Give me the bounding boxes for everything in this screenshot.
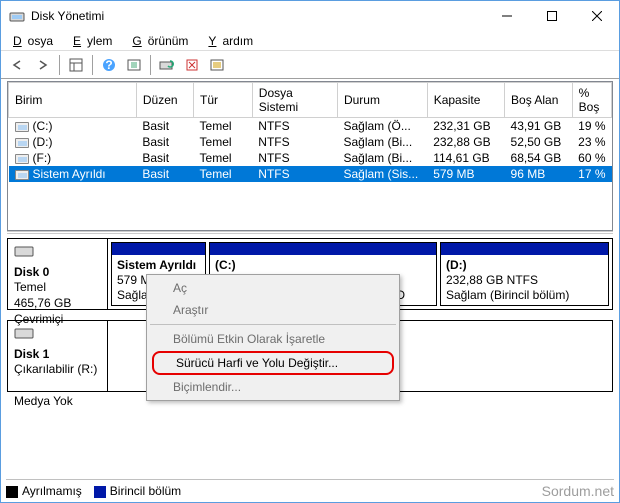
partition-status: Sağlam (Birincil bölüm)	[446, 288, 569, 302]
volume-icon	[15, 138, 29, 148]
maximize-button[interactable]	[529, 1, 574, 31]
menu-view[interactable]: Görünüm	[126, 33, 200, 49]
disk-0-info[interactable]: Disk 0 Temel 465,76 GB Çevrimiçi	[8, 239, 108, 309]
disk-icon	[14, 244, 101, 265]
properties-button[interactable]	[181, 54, 203, 76]
disk-1-type: Çıkarılabilir (R:)	[14, 362, 97, 376]
view-options-button[interactable]	[65, 54, 87, 76]
legend-primary: Birincil bölüm	[94, 484, 181, 498]
disk-0-type: Temel	[14, 280, 46, 294]
forward-button[interactable]	[32, 54, 54, 76]
window-title: Disk Yönetimi	[31, 9, 484, 23]
column-headers[interactable]: Birim Düzen Tür Dosya Sistemi Durum Kapa…	[9, 83, 612, 118]
volume-list[interactable]: Birim Düzen Tür Dosya Sistemi Durum Kapa…	[7, 81, 613, 231]
ctx-open[interactable]: Aç	[149, 277, 397, 299]
menu-file[interactable]: Dosya	[7, 33, 65, 49]
ctx-explore[interactable]: Araştır	[149, 299, 397, 321]
ctx-format[interactable]: Biçimlendir...	[149, 376, 397, 398]
col-capacity[interactable]: Kapasite	[427, 83, 504, 118]
table-row[interactable]: (F:)BasitTemelNTFSSağlam (Bi...114,61 GB…	[9, 150, 612, 166]
close-button[interactable]	[574, 1, 619, 31]
back-button[interactable]	[7, 54, 29, 76]
watermark: Sordum.net	[542, 483, 614, 499]
partition-size: 232,88 GB NTFS	[446, 273, 538, 287]
minimize-button[interactable]	[484, 1, 529, 31]
volume-icon	[15, 122, 29, 132]
menubar: Dosya Eylem Görünüm Yardım	[1, 31, 619, 51]
ctx-mark-active[interactable]: Bölümü Etkin Olarak İşaretle	[149, 328, 397, 350]
disk-0-label: Disk 0	[14, 265, 49, 279]
partition-color-bar	[112, 243, 205, 255]
partition-color-bar	[441, 243, 608, 255]
menu-help[interactable]: Yardım	[202, 33, 265, 49]
col-type[interactable]: Tür	[194, 83, 253, 118]
svg-text:?: ?	[105, 58, 112, 72]
disk-1-label: Disk 1	[14, 347, 49, 361]
context-menu: Aç Araştır Bölümü Etkin Olarak İşaretle …	[146, 274, 400, 401]
col-pctfree[interactable]: % Boş	[572, 83, 611, 118]
col-status[interactable]: Durum	[337, 83, 427, 118]
partition-title: (D:)	[446, 258, 467, 272]
list-view-button[interactable]	[206, 54, 228, 76]
app-icon	[9, 8, 25, 24]
disk-1-state: Medya Yok	[14, 394, 73, 408]
disk-1-info[interactable]: Disk 1 Çıkarılabilir (R:) Medya Yok	[8, 321, 108, 391]
legend-bar: Ayrılmamış Birincil bölüm Sordum.net	[6, 479, 614, 499]
col-layout[interactable]: Düzen	[136, 83, 193, 118]
ctx-change-drive-letter[interactable]: Sürücü Harfi ve Yolu Değiştir...	[152, 351, 394, 375]
ctx-separator	[150, 324, 396, 325]
col-free[interactable]: Boş Alan	[505, 83, 573, 118]
refresh-button[interactable]	[123, 54, 145, 76]
help-button[interactable]: ?	[98, 54, 120, 76]
partition-color-bar	[210, 243, 436, 255]
col-fs[interactable]: Dosya Sistemi	[252, 83, 337, 118]
legend-unallocated: Ayrılmamış	[6, 484, 82, 498]
col-volume[interactable]: Birim	[9, 83, 137, 118]
disk-icon	[14, 326, 101, 347]
window-titlebar: Disk Yönetimi	[1, 1, 619, 31]
volume-icon	[15, 170, 29, 180]
partition-title: Sistem Ayrıldı	[117, 258, 196, 272]
partition-title: (C:)	[215, 258, 236, 272]
menu-action[interactable]: Eylem	[67, 33, 124, 49]
partition-d[interactable]: (D:) 232,88 GB NTFS Sağlam (Birincil böl…	[440, 242, 609, 306]
graphical-view: Disk 0 Temel 465,76 GB Çevrimiçi Sistem …	[1, 234, 619, 392]
table-row[interactable]: Sistem AyrıldıBasitTemelNTFSSağlam (Sis.…	[9, 166, 612, 182]
toolbar: ?	[1, 51, 619, 79]
table-row[interactable]: (C:)BasitTemelNTFSSağlam (Ö...232,31 GB4…	[9, 118, 612, 135]
table-row[interactable]: (D:)BasitTemelNTFSSağlam (Bi...232,88 GB…	[9, 134, 612, 150]
rescan-button[interactable]	[156, 54, 178, 76]
volume-icon	[15, 154, 29, 164]
disk-0-size: 465,76 GB	[14, 296, 71, 310]
